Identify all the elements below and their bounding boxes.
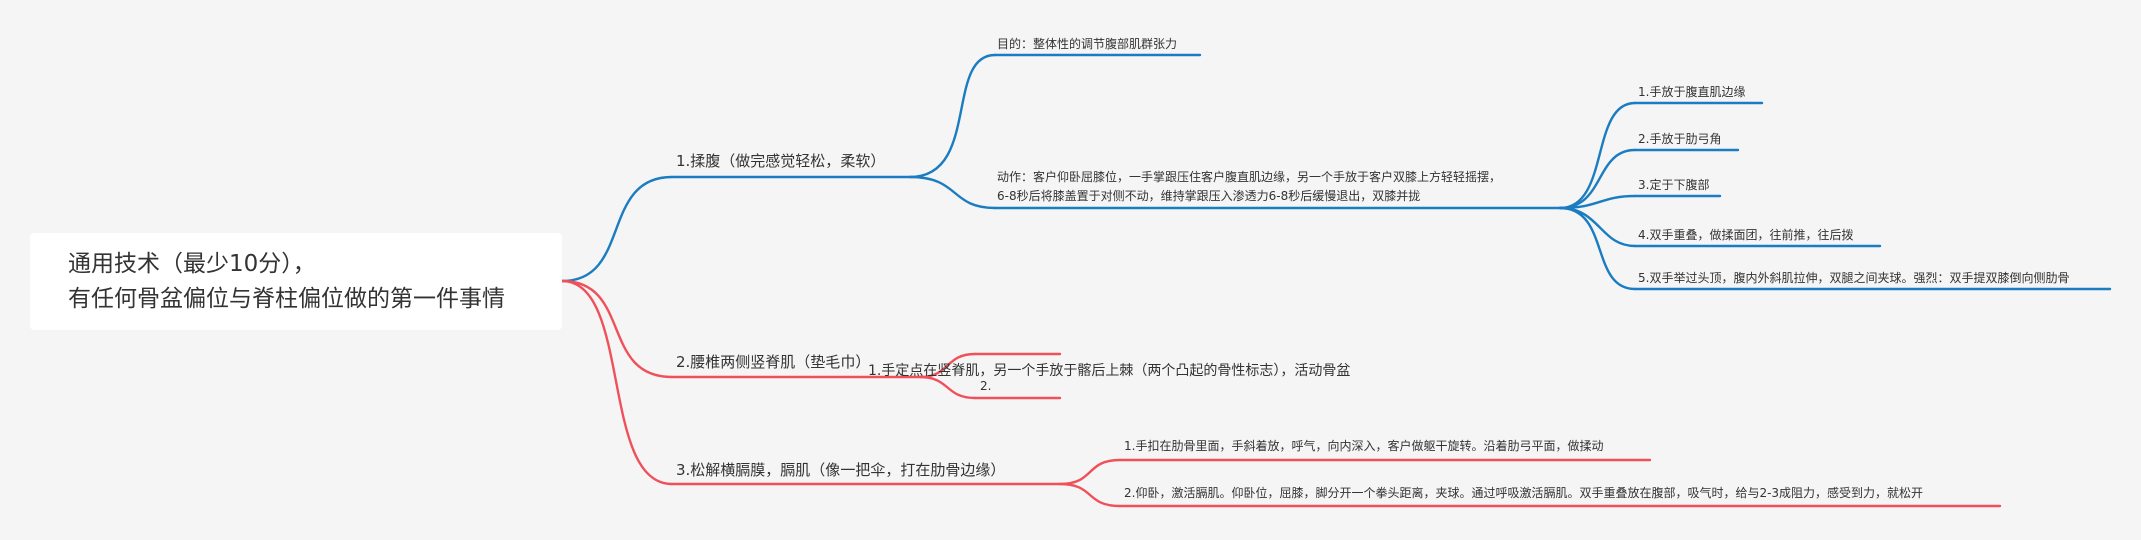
node-massage[interactable]: 1.揉腹（做完感觉轻松，柔软） (676, 152, 885, 170)
root-title-line2: 有任何骨盆偏位与脊柱偏位做的第一件事情 (68, 286, 505, 312)
connector-root-massage (560, 175, 674, 283)
action-line1: 动作：客户仰卧屈膝位，一手掌跟压住客户腹直肌边缘，另一个手放于客户双膝上方轻轻摇… (997, 170, 1502, 184)
node-step-5[interactable]: 5.双手举过头顶，腹内外斜肌拉伸，双腿之间夹球。强烈：双手提双膝倒向侧肋骨 (1638, 270, 2069, 286)
node-step-3[interactable]: 3.定于下腹部 (1638, 177, 1709, 193)
connector-diaphragm-item1 (1058, 458, 1122, 486)
connector-lumbar-item2 (918, 375, 977, 400)
node-lumbar[interactable]: 2.腰椎两侧竖脊肌（垫毛巾） (676, 353, 870, 371)
action-line2: 6-8秒后将膝盖置于对侧不动，维持掌跟压入渗透力6-8秒后缓慢退出，双膝并拢 (997, 189, 1421, 203)
connector-root-lumbar (560, 279, 674, 379)
root-title-line1: 通用技术（最少10分）， (68, 251, 316, 277)
connector-root-diaphragm (560, 279, 674, 486)
connector-massage-action (908, 175, 997, 210)
root-node[interactable]: 通用技术（最少10分）， 有任何骨盆偏位与脊柱偏位做的第一件事情 (30, 233, 562, 330)
node-diaphragm-item2[interactable]: 2.仰卧，激活膈肌。仰卧位，屈膝，脚分开一个拳头距离，夹球。通过呼吸激活膈肌。双… (1124, 485, 1923, 501)
connector-diaphragm-item2 (1058, 482, 1122, 508)
node-massage-action[interactable]: 动作：客户仰卧屈膝位，一手掌跟压住客户腹直肌边缘，另一个手放于客户双膝上方轻轻摇… (997, 168, 1501, 206)
connector-step-5 (1558, 206, 1637, 291)
connector-massage-purpose (908, 53, 997, 179)
node-step-2[interactable]: 2.手放于肋弓角 (1638, 131, 1721, 147)
node-diaphragm[interactable]: 3.松解横膈膜，膈肌（像一把伞，打在肋骨边缘） (676, 461, 1005, 479)
node-step-4[interactable]: 4.双手重叠，做揉面团，往前推，往后拨 (1638, 227, 1853, 243)
node-step-1[interactable]: 1.手放于腹直肌边缘 (1638, 84, 1745, 100)
node-diaphragm-item1[interactable]: 1.手扣在肋骨里面，手斜着放，呼气，向内深入，客户做躯干旋转。沿着肋弓平面，做揉… (1124, 438, 1603, 454)
node-massage-purpose[interactable]: 目的：整体性的调节腹部肌群张力 (997, 36, 1177, 52)
node-lumbar-item2[interactable]: 2. (980, 378, 991, 394)
connector-step-1 (1558, 101, 1637, 210)
node-lumbar-item1[interactable]: 1.手定点在竖脊肌，另一个手放于髂后上棘（两个凸起的骨性标志），活动骨盆 (868, 362, 1350, 380)
